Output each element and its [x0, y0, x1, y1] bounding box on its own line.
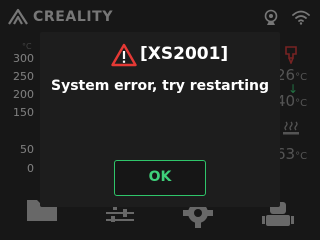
error-message: System error, try restarting [50, 78, 269, 94]
ok-button[interactable]: OK [114, 160, 206, 196]
error-code: [XS2001] [140, 44, 229, 64]
error-dialog: [XS2001] System error, try restarting OK [40, 32, 280, 207]
warning-triangle-icon [111, 43, 137, 67]
printer-screen: CREALITY °C 300 250 200 150 50 0 26°C ↓ … [0, 0, 320, 240]
